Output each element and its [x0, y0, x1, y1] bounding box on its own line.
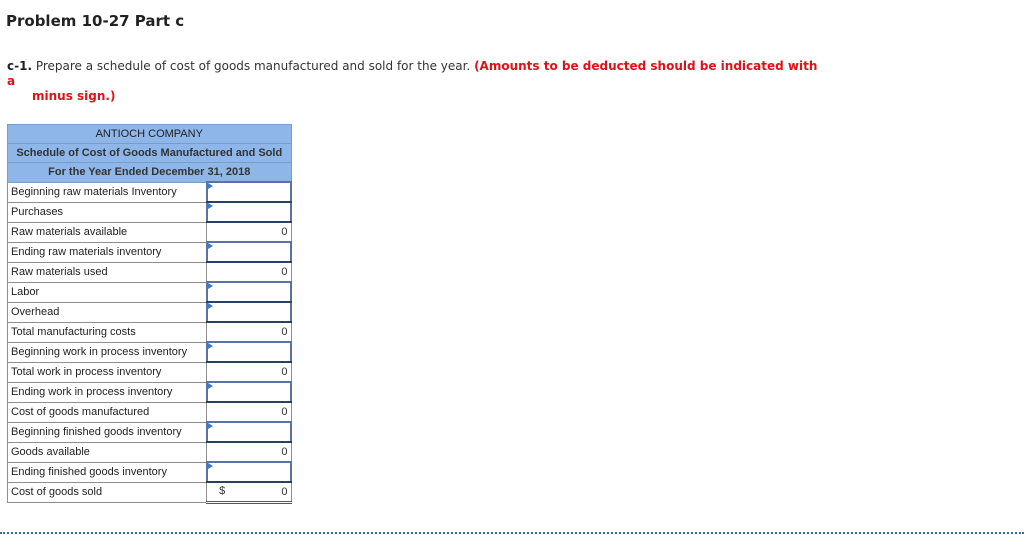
row-label: Ending work in process inventory	[6, 381, 208, 403]
row-label: Cost of goods manufactured	[6, 401, 208, 423]
schedule-row: Raw materials available 0	[6, 221, 292, 243]
input-marker-icon	[207, 283, 213, 289]
amount-input[interactable]	[210, 465, 287, 479]
amount-input-cell[interactable]	[205, 381, 293, 403]
amount-value: 0	[281, 486, 288, 498]
row-label: Beginning work in process inventory	[6, 341, 208, 363]
schedule-row: Ending raw materials inventory	[6, 241, 293, 263]
amount-input[interactable]	[210, 185, 287, 199]
row-label: Overhead	[6, 301, 208, 323]
amount-value: 0	[281, 366, 288, 378]
schedule-period: For the Year Ended December 31, 2018	[7, 162, 292, 183]
input-marker-icon	[207, 303, 213, 309]
amount-input[interactable]	[210, 425, 287, 439]
schedule-row: Cost of goods sold $0	[6, 481, 292, 504]
amount-input-cell[interactable]	[205, 461, 293, 483]
row-label: Total manufacturing costs	[6, 321, 208, 343]
input-marker-icon	[207, 243, 213, 249]
calculated-amount-cell: 0	[206, 441, 292, 463]
section-divider	[0, 532, 1024, 534]
question-number: c-1.	[7, 59, 33, 73]
amount-input[interactable]	[210, 245, 287, 259]
schedule-row: Ending work in process inventory	[6, 381, 293, 403]
schedule-row: Beginning finished goods inventory	[6, 421, 293, 443]
amount-input[interactable]	[210, 345, 287, 359]
amount-input[interactable]	[210, 305, 287, 319]
input-marker-icon	[207, 343, 213, 349]
input-marker-icon	[207, 423, 213, 429]
amount-value: 0	[281, 226, 288, 238]
amount-value: 0	[281, 326, 288, 338]
schedule-row: Goods available 0	[6, 441, 292, 463]
row-label: Labor	[6, 281, 208, 303]
row-label: Raw materials available	[6, 221, 208, 243]
page-title: Problem 10-27 Part c	[6, 12, 185, 30]
amount-value: 0	[281, 266, 288, 278]
calculated-amount-cell: 0	[206, 361, 292, 383]
input-marker-icon	[207, 203, 213, 209]
company-name: ANTIOCH COMPANY	[7, 124, 292, 144]
header-company: ANTIOCH COMPANY	[7, 124, 292, 144]
instruction-text: Prepare a schedule of cost of goods manu…	[32, 59, 475, 73]
schedule-row: Ending finished goods inventory	[6, 461, 293, 483]
amount-input-cell[interactable]	[205, 421, 293, 443]
total-amount-cell: $0	[206, 481, 292, 504]
row-label: Raw materials used	[6, 261, 208, 283]
amount-value: 0	[281, 446, 288, 458]
row-label: Beginning raw materials Inventory	[6, 181, 208, 203]
calculated-amount-cell: 0	[206, 321, 292, 343]
amount-input-cell[interactable]	[205, 181, 293, 203]
amount-input-cell[interactable]	[205, 301, 293, 323]
schedule-table: ANTIOCH COMPANY Schedule of Cost of Good…	[6, 124, 293, 504]
calculated-amount-cell: 0	[206, 401, 292, 423]
schedule-row: Overhead	[6, 301, 293, 323]
schedule-row: Labor	[6, 281, 293, 303]
calculated-amount-cell: 0	[206, 261, 292, 283]
instruction-note-continued: minus sign.)	[32, 89, 116, 103]
amount-input-cell[interactable]	[205, 281, 293, 303]
instructions: c-1. Prepare a schedule of cost of goods…	[7, 59, 827, 104]
schedule-row: Total work in process inventory 0	[6, 361, 292, 383]
row-label: Ending raw materials inventory	[6, 241, 208, 263]
header-period: For the Year Ended December 31, 2018	[7, 162, 292, 183]
schedule-title: Schedule of Cost of Goods Manufactured a…	[7, 143, 292, 163]
amount-input-cell[interactable]	[205, 241, 293, 263]
amount-input-cell[interactable]	[205, 341, 293, 363]
row-label: Purchases	[6, 201, 208, 223]
row-label: Beginning finished goods inventory	[6, 421, 208, 443]
schedule-row: Beginning work in process inventory	[6, 341, 293, 363]
calculated-amount-cell: 0	[206, 221, 292, 243]
amount-input[interactable]	[210, 285, 287, 299]
input-marker-icon	[207, 383, 213, 389]
schedule-row: Cost of goods manufactured 0	[6, 401, 292, 423]
amount-input[interactable]	[210, 385, 287, 399]
input-marker-icon	[207, 183, 213, 189]
row-label: Ending finished goods inventory	[6, 461, 208, 483]
input-marker-icon	[207, 463, 213, 469]
schedule-row: Purchases	[6, 201, 293, 223]
currency-symbol: $	[219, 485, 226, 497]
row-label: Total work in process inventory	[6, 361, 208, 383]
schedule-row: Beginning raw materials Inventory	[6, 181, 293, 203]
row-label: Cost of goods sold	[6, 481, 208, 503]
amount-input[interactable]	[210, 205, 287, 219]
amount-input-cell[interactable]	[205, 201, 293, 223]
amount-value: 0	[281, 406, 288, 418]
schedule-row: Total manufacturing costs 0	[6, 321, 292, 343]
header-title: Schedule of Cost of Goods Manufactured a…	[7, 143, 292, 163]
schedule-row: Raw materials used 0	[6, 261, 292, 283]
row-label: Goods available	[6, 441, 208, 463]
